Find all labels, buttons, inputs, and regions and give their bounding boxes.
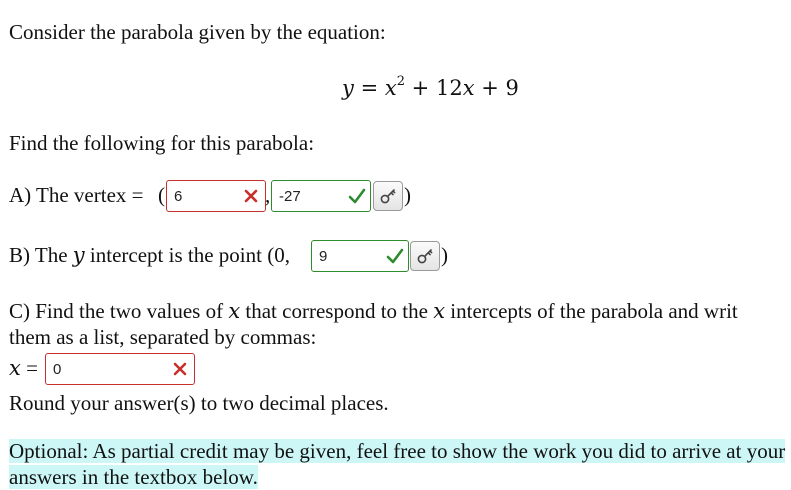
x-mark-icon	[244, 189, 258, 203]
part-c-line1-mid: that correspond to the	[245, 299, 428, 323]
check-mark-icon	[386, 248, 404, 264]
part-c-var1: x	[228, 299, 241, 323]
part-c-var2: x	[433, 299, 446, 323]
optional-work-note: Optional: As partial credit may be given…	[9, 438, 791, 490]
part-a-label: A) The vertex =	[9, 183, 144, 207]
y-intercept-input[interactable]: 9	[311, 240, 409, 272]
x-intercepts-answer-label: x =	[9, 356, 38, 381]
part-b-close-paren: )	[441, 243, 448, 267]
optional-work-note-text: Optional: As partial credit may be given…	[9, 439, 786, 489]
vertex-x-input[interactable]: 6	[166, 180, 266, 212]
find-prompt: Find the following for this parabola:	[9, 131, 315, 155]
key-icon	[380, 189, 396, 204]
part-a-close-paren: )	[404, 183, 411, 207]
eq-equals: =	[360, 76, 379, 100]
y-intercept-answer-key-button[interactable]	[410, 241, 440, 271]
y-intercept-value: 9	[319, 248, 328, 265]
eq-plus-1: +	[411, 76, 430, 100]
vertex-y-value: -27	[279, 188, 301, 205]
key-icon	[417, 249, 433, 264]
parabola-equation: y = x2 + 12x + 9	[342, 74, 519, 100]
eq-x2: x	[462, 76, 475, 100]
vertex-answer-key-button[interactable]	[373, 181, 403, 211]
part-a-comma: ,	[265, 183, 271, 207]
x-mark-icon	[173, 362, 187, 376]
part-c-line-1: C) Find the two values of x that corresp…	[9, 299, 738, 324]
part-c-line-2: them as a list, separated by commas:	[9, 325, 317, 349]
part-c-line1-before: C) Find the two values of	[9, 299, 224, 323]
check-mark-icon	[348, 188, 366, 204]
part-b-label: B) The y intercept is the point (0,	[9, 243, 290, 268]
part-b-label-after: intercept is the point (0,	[89, 243, 290, 267]
x-intercepts-var: x	[9, 356, 21, 380]
x-intercepts-input[interactable]: 0	[45, 353, 195, 385]
eq-coef: 12	[435, 76, 463, 100]
eq-x: x	[384, 76, 397, 100]
part-c-line1-after: intercepts of the parabola and writ	[450, 299, 738, 323]
part-b-var: y	[72, 243, 85, 267]
x-intercepts-value: 0	[53, 361, 62, 378]
round-note: Round your answer(s) to two decimal plac…	[9, 391, 389, 415]
vertex-x-value: 6	[174, 188, 183, 205]
x-intercepts-equals: =	[26, 356, 38, 380]
eq-lhs: y	[342, 76, 354, 100]
eq-exponent: 2	[396, 74, 405, 89]
eq-plus-2: +	[481, 76, 499, 100]
part-b-label-before: B) The	[9, 243, 68, 267]
eq-const: 9	[505, 76, 519, 100]
vertex-y-input[interactable]: -27	[271, 180, 371, 212]
part-a-open-paren: (	[158, 183, 165, 207]
intro-text: Consider the parabola given by the equat…	[9, 20, 386, 44]
